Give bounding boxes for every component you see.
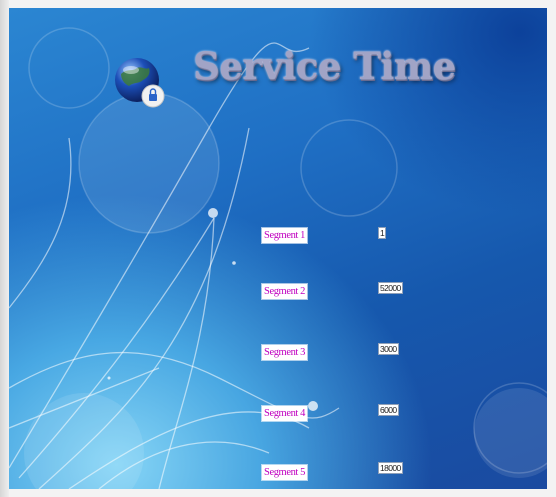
segment-3-value: 3000	[378, 343, 399, 355]
segment-4-label: Segment 4	[262, 406, 308, 421]
segment-3-label: Segment 3	[262, 345, 308, 360]
segment-2-value: 52000	[378, 282, 403, 294]
globe-lock-icon	[115, 58, 165, 108]
segment-4-value: 6000	[378, 404, 399, 416]
segment-5-value: 18000	[378, 462, 403, 474]
segment-1-label: Segment 1	[262, 228, 308, 243]
window-frame: Service Time Segment 1 1 Segment 2 52000…	[0, 0, 556, 497]
segment-5-label: Segment 5	[262, 465, 308, 480]
segment-2-label: Segment 2	[262, 284, 308, 299]
segment-1-value: 1	[378, 227, 387, 239]
page-title: Service Time	[193, 44, 456, 88]
window-left-border	[0, 0, 9, 497]
service-time-panel: Service Time Segment 1 1 Segment 2 52000…	[9, 8, 547, 489]
